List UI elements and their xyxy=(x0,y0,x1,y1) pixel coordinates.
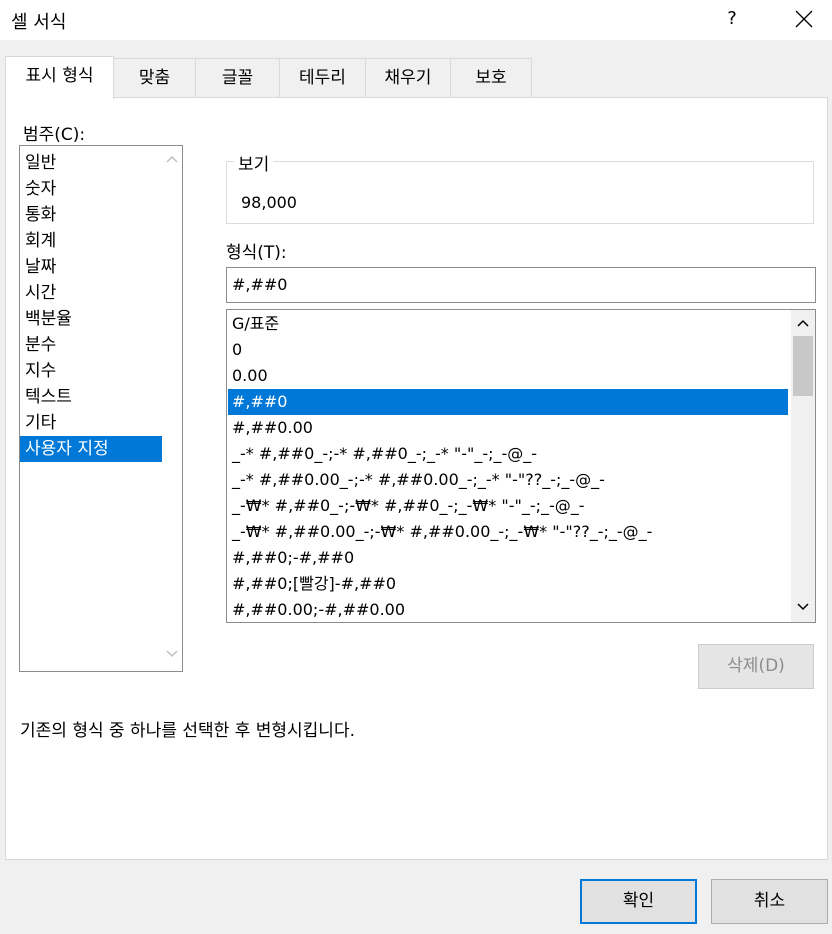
tab-protection[interactable]: 보호 xyxy=(450,58,532,98)
preview-value: 98,000 xyxy=(241,193,297,212)
scroll-down-icon[interactable] xyxy=(796,602,810,612)
scroll-down-icon[interactable] xyxy=(165,649,179,659)
preview-label: 보기 xyxy=(234,150,274,175)
category-list[interactable]: 일반 숫자 통화 회계 날짜 시간 백분율 분수 지수 텍스트 기타 사용자 지… xyxy=(19,145,183,672)
tab-fill[interactable]: 채우기 xyxy=(365,58,451,98)
format-item[interactable]: #,##0.00 xyxy=(228,415,788,441)
category-label: 범주(C): xyxy=(23,125,86,145)
format-item[interactable]: _-₩* #,##0_-;-₩* #,##0_-;_-₩* "-"_-;_-@_… xyxy=(228,493,788,519)
format-input[interactable]: #,##0 xyxy=(226,267,816,303)
category-item[interactable]: 통화 xyxy=(20,202,181,228)
scroll-up-icon[interactable] xyxy=(165,154,179,164)
preview-group xyxy=(226,161,814,224)
tab-alignment[interactable]: 맞춤 xyxy=(113,58,196,98)
format-label: 형식(T): xyxy=(226,243,287,263)
help-button[interactable]: ? xyxy=(718,4,746,34)
format-scroll-thumb[interactable] xyxy=(793,336,813,396)
format-item[interactable]: #,##0;-#,##0 xyxy=(228,545,788,571)
format-item-selected[interactable]: #,##0 xyxy=(228,389,788,415)
format-item[interactable]: 0.00 xyxy=(228,363,788,389)
tab-font[interactable]: 글꼴 xyxy=(195,58,280,98)
cancel-button[interactable]: 취소 xyxy=(711,879,828,924)
category-item[interactable]: 날짜 xyxy=(20,254,181,280)
category-item[interactable]: 숫자 xyxy=(20,176,181,202)
category-item[interactable]: 일반 xyxy=(20,150,181,176)
category-item[interactable]: 시간 xyxy=(20,280,181,306)
category-item-selected[interactable]: 사용자 지정 xyxy=(20,436,181,462)
category-item[interactable]: 지수 xyxy=(20,358,181,384)
delete-button[interactable]: 삭제(D) xyxy=(698,644,814,689)
format-item[interactable]: _-₩* #,##0.00_-;-₩* #,##0.00_-;_-₩* "-"?… xyxy=(228,519,788,545)
category-scrollbar[interactable] xyxy=(162,146,182,671)
format-item[interactable]: #,##0.00;-#,##0.00 xyxy=(228,597,788,622)
format-item[interactable]: G/표준 xyxy=(228,311,788,337)
dialog-title: 셀 서식 xyxy=(11,12,67,33)
format-item[interactable]: _-* #,##0.00_-;-* #,##0.00_-;_-* "-"??_-… xyxy=(228,467,788,493)
description-text: 기존의 형식 중 하나를 선택한 후 변형시킵니다. xyxy=(20,721,355,741)
format-list[interactable]: G/표준 0 0.00 #,##0 #,##0.00 _-* #,##0_-;-… xyxy=(226,309,816,623)
title-bar: 셀 서식 ? xyxy=(0,0,832,40)
category-item[interactable]: 분수 xyxy=(20,332,181,358)
format-scrollbar[interactable] xyxy=(791,310,815,622)
format-item[interactable]: _-* #,##0_-;-* #,##0_-;_-* "-"_-;_-@_- xyxy=(228,441,788,467)
format-item[interactable]: 0 xyxy=(228,337,788,363)
category-item[interactable]: 기타 xyxy=(20,410,181,436)
close-button[interactable] xyxy=(784,2,824,36)
category-item[interactable]: 텍스트 xyxy=(20,384,181,410)
ok-button[interactable]: 확인 xyxy=(580,879,697,924)
scroll-up-icon[interactable] xyxy=(796,318,810,328)
category-item[interactable]: 회계 xyxy=(20,228,181,254)
format-item[interactable]: #,##0;[빨강]-#,##0 xyxy=(228,571,788,597)
close-icon xyxy=(795,10,813,28)
category-item[interactable]: 백분율 xyxy=(20,306,181,332)
tab-number-format[interactable]: 표시 형식 xyxy=(5,56,114,99)
tab-border[interactable]: 테두리 xyxy=(279,58,366,98)
number-format-panel: 범주(C): 일반 숫자 통화 회계 날짜 시간 백분율 분수 지수 텍스트 기… xyxy=(5,97,828,860)
